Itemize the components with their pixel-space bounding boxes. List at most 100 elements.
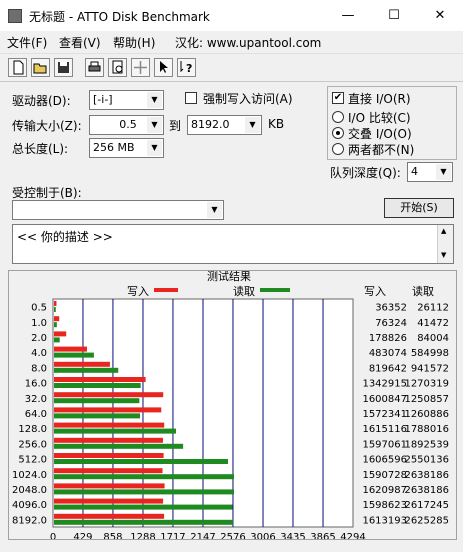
queue-depth-label: 队列深度(Q): xyxy=(330,166,401,180)
drive-select[interactable]: [-i-] ▼ xyxy=(89,90,164,110)
category-label: 64.0 xyxy=(25,409,47,420)
description-scrollbar[interactable]: ▲ ▼ xyxy=(437,225,453,263)
category-label: 8.0 xyxy=(31,363,47,374)
read-bar xyxy=(54,307,56,312)
read-value: 2550136 xyxy=(404,455,449,466)
total-length-select[interactable]: 256 MB ▼ xyxy=(89,138,164,158)
legend-read-swatch xyxy=(260,288,290,292)
print-icon[interactable] xyxy=(85,58,104,77)
x-tick-label: 2576 xyxy=(220,532,245,539)
read-value: 1892539 xyxy=(404,439,449,450)
write-bar xyxy=(54,407,162,413)
category-label: 8192.0 xyxy=(12,515,47,526)
read-bar xyxy=(54,443,184,449)
write-bar xyxy=(54,346,87,352)
queue-depth-value: 4 xyxy=(411,165,418,178)
pointer-icon[interactable] xyxy=(154,58,173,77)
direct-io-checkbox[interactable]: ✔ xyxy=(332,92,344,104)
write-bar xyxy=(54,331,67,337)
move-icon[interactable] xyxy=(131,58,150,77)
x-tick-label: 858 xyxy=(103,532,122,539)
write-bar xyxy=(54,453,164,458)
chart-title: 测试结果 xyxy=(207,271,251,283)
read-value: 1260886 xyxy=(404,409,449,420)
maximize-button[interactable]: ☐ xyxy=(371,0,417,31)
x-tick-label: 0 xyxy=(50,532,56,539)
read-bar xyxy=(54,337,60,343)
read-bar xyxy=(54,413,141,419)
transfer-size-label: 传输大小(Z): xyxy=(12,119,82,133)
scroll-up-icon[interactable]: ▲ xyxy=(441,227,446,235)
read-value: 26112 xyxy=(417,303,449,314)
minimize-button[interactable]: — xyxy=(325,0,371,31)
description-text: << 你的描述 >> xyxy=(17,230,113,244)
read-bar xyxy=(54,322,57,328)
write-bar xyxy=(54,437,163,443)
toolbar: ? xyxy=(0,53,463,82)
write-bar xyxy=(54,513,165,519)
category-label: 128.0 xyxy=(18,424,47,435)
io-compare-radio[interactable] xyxy=(332,111,344,123)
read-bar xyxy=(54,367,119,373)
write-column-header: 写入 xyxy=(364,285,386,298)
new-file-icon[interactable] xyxy=(8,58,27,77)
open-folder-icon[interactable] xyxy=(31,58,50,77)
transfer-from-value: 0.5 xyxy=(119,118,137,131)
read-bar xyxy=(54,428,176,434)
read-bar xyxy=(54,398,140,404)
force-write-checkbox[interactable] xyxy=(185,92,197,104)
chevron-down-icon: ▼ xyxy=(147,117,162,133)
menu-localization[interactable]: 汉化: www.upantool.com xyxy=(175,34,321,51)
read-bar xyxy=(54,459,228,464)
context-help-icon[interactable]: ? xyxy=(177,58,196,77)
chevron-down-icon: ▼ xyxy=(147,92,162,108)
close-button[interactable]: ✕ xyxy=(417,0,463,31)
write-value: 1615116 xyxy=(362,424,407,435)
scroll-down-icon[interactable]: ▼ xyxy=(441,251,446,259)
read-bar xyxy=(54,519,234,525)
read-bar xyxy=(54,352,94,358)
x-tick-label: 1288 xyxy=(130,532,155,539)
print-preview-icon[interactable] xyxy=(108,58,127,77)
category-label: 32.0 xyxy=(25,394,47,405)
write-bar xyxy=(54,316,60,322)
overlapped-io-radio[interactable] xyxy=(332,127,344,139)
menu-view[interactable]: 查看(V) xyxy=(59,34,101,51)
write-value: 1613193 xyxy=(362,515,407,526)
read-bar xyxy=(54,474,234,480)
menu-help[interactable]: 帮助(H) xyxy=(113,34,155,51)
kb-label: KB xyxy=(268,117,285,131)
write-value: 1572341 xyxy=(362,409,407,420)
legend-write-swatch xyxy=(154,288,178,292)
controlled-by-select[interactable]: ▼ xyxy=(12,200,224,220)
save-icon[interactable] xyxy=(54,58,73,77)
start-label: 开始(S) xyxy=(400,201,438,214)
total-length-value: 256 MB xyxy=(93,141,135,154)
title-bar: 无标题 - ATTO Disk Benchmark — ☐ ✕ xyxy=(0,0,463,31)
start-button[interactable]: 开始(S) xyxy=(384,198,454,218)
results-chart: 测试结果写入 读取 写入 读取 0 429 858 1288 1717 2147 2576 3006 3… xyxy=(12,271,449,539)
category-label: 512.0 xyxy=(18,455,47,466)
read-bar xyxy=(54,383,141,388)
chevron-down-icon: ▼ xyxy=(245,117,260,133)
category-label: 0.5 xyxy=(31,303,47,314)
category-label: 256.0 xyxy=(18,439,47,450)
transfer-from-select[interactable]: 0.5 ▼ xyxy=(89,115,164,135)
app-icon xyxy=(8,9,22,23)
description-box[interactable]: << 你的描述 >> ▲ ▼ xyxy=(12,224,454,264)
total-length-label: 总长度(L): xyxy=(12,142,69,156)
write-value: 1600847 xyxy=(362,394,407,405)
category-label: 2.0 xyxy=(31,333,47,344)
overlapped-io-label: 交叠 I/O(O) xyxy=(348,127,412,141)
write-value: 36352 xyxy=(375,303,407,314)
category-label: 4096.0 xyxy=(12,500,47,511)
queue-depth-select[interactable]: 4 ▼ xyxy=(407,162,453,182)
write-value: 1342915 xyxy=(362,379,407,390)
neither-radio[interactable] xyxy=(332,143,344,155)
transfer-to-select[interactable]: 8192.0 ▼ xyxy=(187,115,262,135)
read-value: 41472 xyxy=(417,318,449,329)
neither-label: 两者都不(N) xyxy=(348,143,415,157)
menu-file[interactable]: 文件(F) xyxy=(7,34,47,51)
x-tick-label: 1717 xyxy=(160,532,185,539)
write-bar xyxy=(54,361,110,367)
